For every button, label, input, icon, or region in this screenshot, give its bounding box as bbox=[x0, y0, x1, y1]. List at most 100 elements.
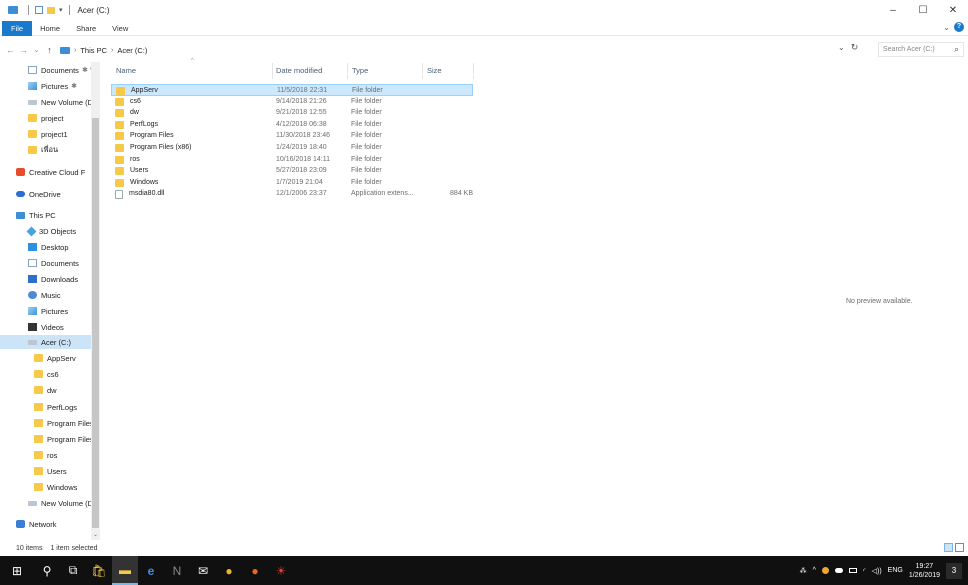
notification-center-icon[interactable]: 3 bbox=[946, 562, 962, 579]
file-explorer-icon[interactable]: ▬ bbox=[112, 556, 138, 585]
breadcrumb-acer-c[interactable]: Acer (C:) bbox=[117, 46, 147, 55]
help-icon[interactable]: ? bbox=[954, 22, 964, 32]
large-icons-view-button[interactable] bbox=[955, 543, 964, 552]
column-header-type[interactable]: Type bbox=[352, 66, 368, 78]
nav-item-acer-c[interactable]: Acer (C:) bbox=[0, 335, 91, 349]
nav-item-label: เพื่อน bbox=[41, 145, 59, 154]
nav-item-new-volume-d[interactable]: New Volume (D bbox=[0, 496, 91, 510]
file-row[interactable]: msdia80.dll 12/1/2006 23:37 Application ex… bbox=[111, 188, 473, 200]
new-folder-icon[interactable] bbox=[47, 6, 55, 14]
column-divider[interactable] bbox=[347, 63, 348, 79]
file-row[interactable]: Windows 1/7/2019 21:04 File folder bbox=[111, 177, 473, 189]
nav-item-appserv[interactable]: AppServ bbox=[0, 351, 91, 365]
close-button[interactable]: ✕ bbox=[938, 0, 968, 20]
breadcrumb-this-pc[interactable]: This PC bbox=[80, 46, 107, 55]
nav-item-project[interactable]: project bbox=[0, 111, 91, 125]
clock[interactable]: 19:27 1/26/2019 bbox=[909, 562, 940, 580]
nav-item-pictures[interactable]: Pictures bbox=[0, 304, 91, 318]
people-icon[interactable]: ⁂ bbox=[800, 567, 807, 575]
nav-item-windows[interactable]: Windows bbox=[0, 480, 91, 494]
show-hidden-icons-icon[interactable]: ^ bbox=[813, 567, 816, 574]
nav-item-network[interactable]: Network bbox=[0, 517, 91, 531]
mail-icon[interactable]: ✉ bbox=[190, 556, 216, 585]
volume-icon[interactable]: ◁)) bbox=[872, 567, 882, 575]
column-header-date-modified[interactable]: Date modified bbox=[276, 66, 322, 78]
nav-item-dw[interactable]: dw bbox=[0, 383, 91, 397]
scroll-down-icon[interactable]: ⌄ bbox=[92, 531, 99, 538]
taskbar: ⊞ ⚲ ⧉ 🛍 ▬ e N ✉ ● ● ☀ ⁂ ^ ◜ ◁)) ENG 19:2… bbox=[0, 556, 968, 585]
search-icon[interactable]: ⚲ bbox=[34, 556, 60, 585]
app-tray-icon[interactable] bbox=[821, 567, 829, 574]
column-divider[interactable] bbox=[422, 63, 423, 79]
tab-home[interactable]: Home bbox=[32, 21, 68, 36]
up-button[interactable]: ↑ bbox=[43, 45, 56, 55]
nav-item-project1[interactable]: project1 bbox=[0, 127, 91, 141]
back-button[interactable]: ← bbox=[4, 45, 17, 55]
nav-item-documents-quick[interactable]: Documents ✱ ^ bbox=[0, 63, 91, 77]
maximize-button[interactable]: ☐ bbox=[908, 0, 938, 20]
tab-view[interactable]: View bbox=[104, 21, 136, 36]
battery-icon[interactable] bbox=[848, 568, 857, 573]
nav-item-desktop[interactable]: Desktop bbox=[0, 240, 91, 254]
properties-icon[interactable] bbox=[35, 6, 43, 14]
onedrive-tray-icon[interactable] bbox=[834, 568, 843, 573]
nav-item-perflogs[interactable]: PerfLogs bbox=[0, 400, 91, 414]
file-row[interactable]: Program Files 11/30/2018 23:46 File folder bbox=[111, 130, 473, 142]
nav-item-music[interactable]: Music bbox=[0, 288, 91, 302]
onenote-icon[interactable]: N bbox=[164, 556, 190, 585]
column-divider[interactable] bbox=[272, 63, 273, 79]
recent-locations-icon[interactable]: ⌄ bbox=[30, 46, 43, 54]
file-row[interactable]: cs6 9/14/2018 21:26 File folder bbox=[111, 96, 473, 108]
nav-item-creative-cloud[interactable]: Creative Cloud F bbox=[0, 165, 91, 179]
nav-item-pictures-quick[interactable]: Pictures ✱ bbox=[0, 79, 91, 93]
folder-icon bbox=[28, 114, 37, 122]
windows-start-icon[interactable]: ⊞ bbox=[0, 556, 34, 585]
wifi-icon[interactable]: ◜ bbox=[863, 567, 866, 575]
nav-item-cs6[interactable]: cs6 bbox=[0, 367, 91, 381]
search-input[interactable]: Search Acer (C:) ⌕ bbox=[878, 42, 964, 57]
nav-item-downloads[interactable]: Downloads bbox=[0, 272, 91, 286]
details-view-button[interactable] bbox=[944, 543, 953, 552]
address-bar[interactable]: › This PC › Acer (C:) bbox=[60, 42, 830, 58]
nav-item-3d-objects[interactable]: 3D Objects bbox=[0, 224, 91, 238]
expand-ribbon-icon[interactable]: ⌄ bbox=[943, 23, 950, 32]
file-row[interactable]: Program Files (x86) 1/24/2019 18:40 File f… bbox=[111, 142, 473, 154]
column-divider[interactable] bbox=[473, 63, 474, 79]
qat-dropdown-icon[interactable]: ▾ bbox=[59, 6, 63, 14]
downloads-icon bbox=[28, 275, 37, 283]
tab-share[interactable]: Share bbox=[68, 21, 104, 36]
nav-item-this-pc[interactable]: This PC bbox=[0, 208, 91, 222]
file-row[interactable]: dw 9/21/2018 12:55 File folder bbox=[111, 107, 473, 119]
firefox-icon[interactable]: ● bbox=[242, 556, 268, 585]
file-row[interactable]: AppServ 11/5/2018 22:31 File folder bbox=[111, 84, 473, 96]
nav-item-program-files[interactable]: Program Files bbox=[0, 416, 91, 430]
nav-item-thai-folder[interactable]: เพื่อน bbox=[0, 143, 91, 157]
language-indicator[interactable]: ENG bbox=[888, 567, 903, 574]
file-row[interactable]: Users 5/27/2018 23:09 File folder bbox=[111, 165, 473, 177]
app-icon[interactable]: ☀ bbox=[268, 556, 294, 585]
nav-item-label: Users bbox=[47, 466, 67, 476]
nav-item-ros[interactable]: ros bbox=[0, 448, 91, 462]
nav-scrollbar-thumb[interactable] bbox=[92, 118, 99, 528]
nav-item-onedrive[interactable]: OneDrive bbox=[0, 187, 91, 201]
column-header-name[interactable]: Name bbox=[116, 66, 136, 78]
refresh-icon[interactable]: ↻ bbox=[851, 42, 859, 53]
chrome-icon[interactable]: ● bbox=[216, 556, 242, 585]
folder-icon bbox=[115, 109, 124, 118]
file-row[interactable]: ros 10/16/2018 14:11 File folder bbox=[111, 154, 473, 166]
edge-icon[interactable]: e bbox=[138, 556, 164, 585]
nav-item-program-files-x86[interactable]: Program Files bbox=[0, 432, 91, 446]
minimize-button[interactable]: – bbox=[878, 0, 908, 20]
address-dropdown-icon[interactable]: ⌄ bbox=[838, 43, 845, 52]
tab-file[interactable]: File bbox=[2, 20, 33, 36]
nav-item-videos[interactable]: Videos bbox=[0, 320, 91, 334]
store-icon[interactable]: 🛍 bbox=[86, 556, 112, 585]
file-row[interactable]: PerfLogs 4/12/2018 06:38 File folder bbox=[111, 119, 473, 131]
nav-item-users[interactable]: Users bbox=[0, 464, 91, 478]
nav-item-new-volume-d-quick[interactable]: New Volume (D bbox=[0, 95, 91, 109]
nav-item-documents[interactable]: Documents bbox=[0, 256, 91, 270]
drive-icon bbox=[28, 500, 37, 506]
task-view-icon[interactable]: ⧉ bbox=[60, 556, 86, 585]
forward-button[interactable]: → bbox=[17, 45, 30, 55]
column-header-size[interactable]: Size bbox=[427, 66, 442, 78]
